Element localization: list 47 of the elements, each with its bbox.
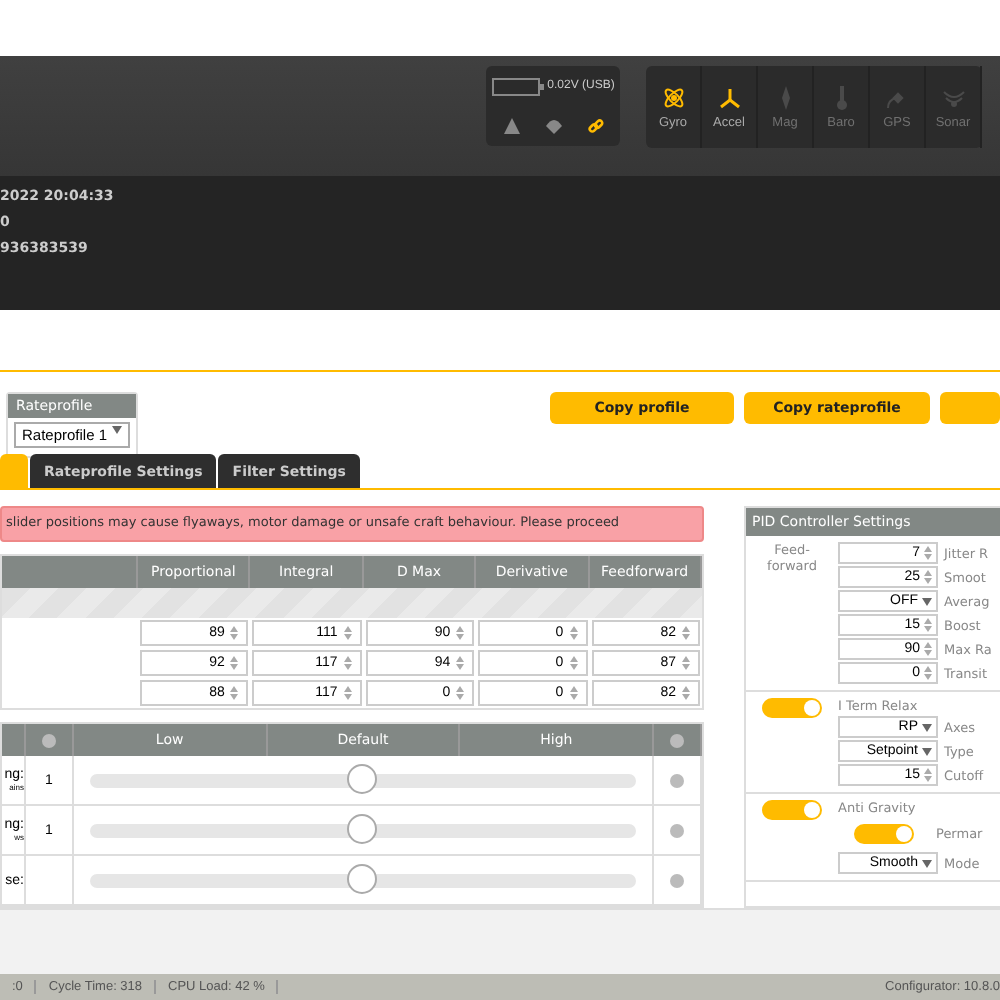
info-icon <box>669 773 684 787</box>
spinner-icon <box>924 666 932 680</box>
spinner-icon <box>924 546 932 560</box>
caret-icon <box>112 426 122 434</box>
spinner-icon <box>230 626 239 640</box>
spinner-icon <box>569 626 578 640</box>
spinner-icon <box>343 686 352 700</box>
link-icon <box>587 118 603 135</box>
info-icon <box>42 733 56 747</box>
slider-thumb[interactable] <box>347 813 378 843</box>
toggle-switch[interactable] <box>762 800 822 820</box>
spinner-icon <box>230 686 239 700</box>
spinner-icon <box>456 626 465 640</box>
toggle-switch[interactable] <box>762 698 822 718</box>
spinner-icon <box>924 768 932 782</box>
parachute-icon <box>545 118 561 135</box>
spinner-icon <box>682 656 690 670</box>
caret-icon <box>922 597 932 605</box>
spinner-icon <box>343 656 352 670</box>
slider-thumb[interactable] <box>347 863 378 893</box>
info-icon <box>669 873 684 887</box>
spinner-icon <box>924 570 932 584</box>
waves-icon <box>941 85 965 109</box>
spinner-icon <box>456 686 465 700</box>
info-icon <box>669 733 684 747</box>
atom-icon <box>661 85 685 109</box>
spinner-icon <box>569 656 578 670</box>
axes-icon <box>717 85 741 109</box>
toggle-switch[interactable] <box>854 824 914 844</box>
spinner-icon <box>569 686 578 700</box>
tab[interactable] <box>0 454 28 488</box>
spinner-icon <box>343 626 352 640</box>
spinner-icon <box>682 686 690 700</box>
caret-icon <box>922 747 932 755</box>
spinner-icon <box>924 618 932 632</box>
spinner-icon <box>230 656 239 670</box>
slider-thumb[interactable] <box>347 763 378 793</box>
header-cell <box>2 556 138 588</box>
caret-icon <box>922 723 932 731</box>
battery-icon <box>491 77 544 96</box>
spinner-icon <box>924 642 932 656</box>
caret-icon <box>922 859 932 867</box>
info-icon <box>669 823 684 837</box>
copy-button[interactable] <box>940 392 1000 424</box>
warning-icon <box>503 118 519 135</box>
spinner-icon <box>682 626 690 640</box>
spinner-icon <box>456 656 465 670</box>
